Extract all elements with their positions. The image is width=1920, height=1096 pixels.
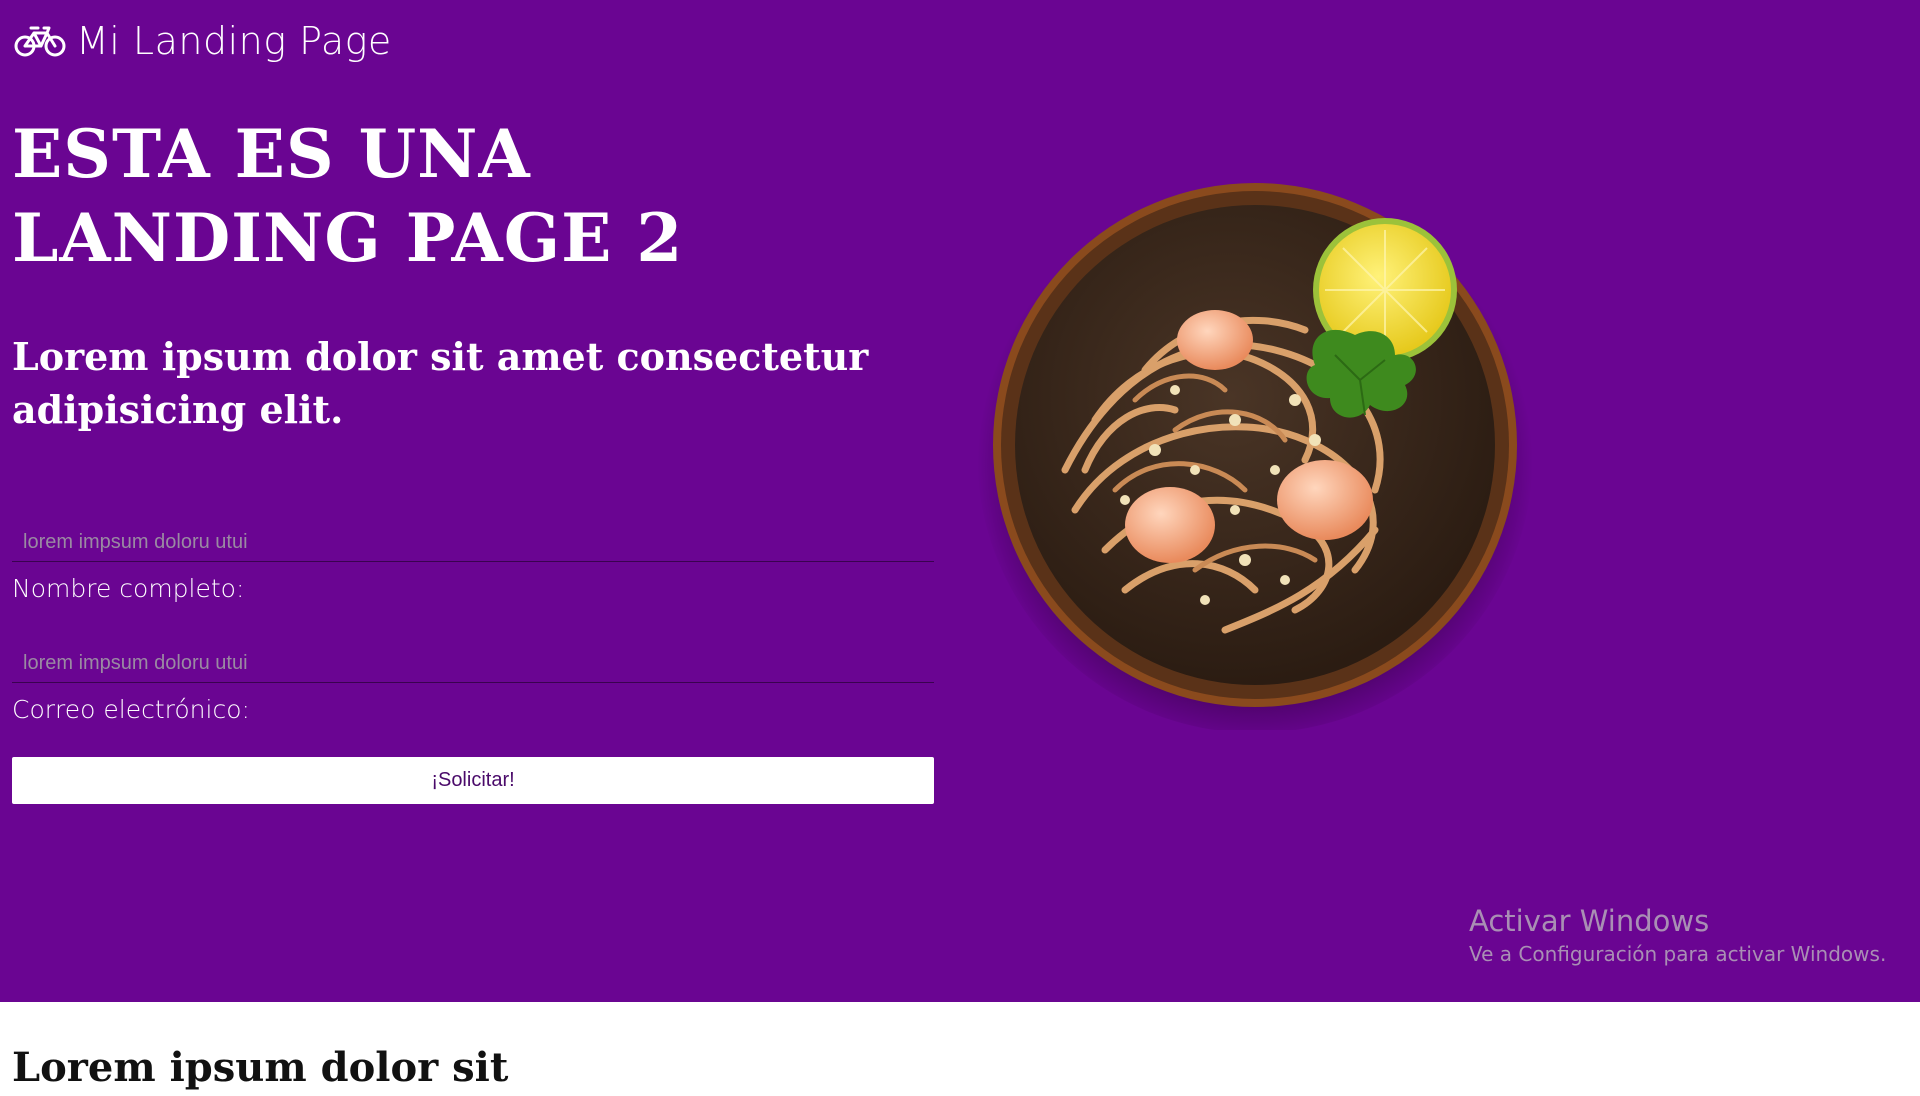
section-heading: Lorem ipsum dolor sit <box>12 1044 509 1091</box>
full-name-label: Nombre completo: <box>12 574 245 603</box>
brand-title: Mi Landing Page <box>76 19 392 63</box>
submit-button[interactable]: ¡Solicitar! <box>12 757 934 804</box>
hero-section: Mi Landing Page ESTA ES UNA LANDING PAGE… <box>0 0 1920 1002</box>
watermark-subtitle: Ve a Configuración para activar Windows. <box>1469 942 1887 966</box>
hero-subtitle: Lorem ipsum dolor sit amet consectetur a… <box>12 334 869 432</box>
full-name-input[interactable] <box>12 524 934 562</box>
email-input[interactable] <box>12 645 934 683</box>
windows-activation-watermark: Activar Windows Ve a Configuración para … <box>1469 903 1886 969</box>
bicycle-icon <box>14 26 66 57</box>
hero-title: ESTA ES UNA LANDING PAGE 2 <box>12 115 684 277</box>
watermark-title: Activar Windows <box>1469 904 1710 938</box>
noodle-dish-image <box>977 177 1533 730</box>
brand[interactable]: Mi Landing Page <box>14 16 392 66</box>
email-label: Correo electrónico: <box>12 695 250 724</box>
